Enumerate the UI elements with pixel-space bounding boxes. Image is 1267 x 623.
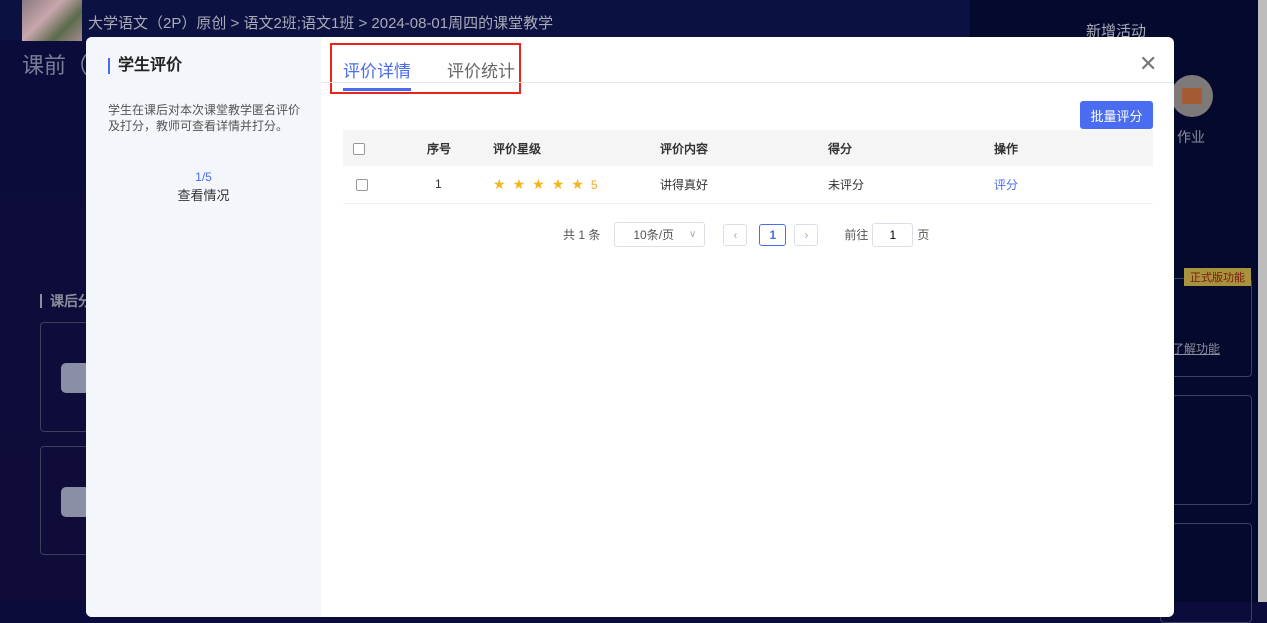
pagination: 共 1 条 10条/页 ∨ ‹ 1 › 前往 页 <box>563 222 929 247</box>
breadcrumb[interactable]: 大学语文（2P）原创 > 语文2班;语文1班 > 2024-08-01周四的课堂… <box>88 12 553 33</box>
page-size-value: 10条/页 <box>633 228 675 242</box>
learn-more-link[interactable]: 了解功能 <box>1172 340 1220 357</box>
section-before-class: 课前（ <box>22 53 89 78</box>
dialog-sidebar: 学生评价 学生在课后对本次课堂教学匿名评价及打分，教师可查看详情并打分。 1/5… <box>86 37 321 617</box>
star-rating: ★ ★ ★ ★ ★ <box>493 175 591 192</box>
scrollbar[interactable] <box>1258 0 1267 602</box>
star-icon: ★ <box>532 175 545 192</box>
row-index: 1 <box>403 166 493 204</box>
star-icon: ★ <box>551 175 565 192</box>
submission-count: 1/5 <box>195 170 212 184</box>
select-all-cell <box>343 130 403 166</box>
pro-badge: 正式版功能 <box>1184 268 1251 286</box>
col-rating: 评价星级 <box>493 130 660 166</box>
evaluation-table: 序号 评价星级 评价内容 得分 操作 1 ★ ★ ★ ★ ★ 5 讲得真好 未评分 评分 <box>343 130 1153 204</box>
row-action: 评分 <box>994 166 1153 204</box>
homework-label: 作业 <box>1177 129 1205 145</box>
sidebar-description: 学生在课后对本次课堂教学匿名评价及打分，教师可查看详情并打分。 <box>108 103 301 133</box>
course-thumbnail <box>22 0 82 41</box>
row-rating: ★ ★ ★ ★ ★ 5 <box>493 166 660 204</box>
chevron-down-icon: ∨ <box>689 229 697 240</box>
row-select-cell <box>343 166 403 204</box>
prev-page-button[interactable]: ‹ <box>723 223 748 246</box>
score-link[interactable]: 评分 <box>994 178 1018 192</box>
goto-page-input[interactable] <box>872 222 914 247</box>
page-1-button[interactable]: 1 <box>759 223 787 246</box>
student-evaluation-dialog: 学生评价 学生在课后对本次课堂教学匿名评价及打分，教师可查看详情并打分。 1/5… <box>86 37 1174 617</box>
row-checkbox[interactable] <box>356 179 368 192</box>
star-icon: ★ <box>571 175 584 192</box>
top-bar: 大学语文（2P）原创 > 语文2班;语文1班 > 2024-08-01周四的课堂… <box>0 0 970 41</box>
col-content: 评价内容 <box>660 130 828 166</box>
homework-book-icon[interactable] <box>1171 75 1213 117</box>
row-content: 讲得真好 <box>660 166 828 204</box>
section-after-class: 课后分 <box>40 294 92 308</box>
header-divider <box>321 82 1174 83</box>
select-all-checkbox[interactable] <box>353 142 365 155</box>
total-count: 共 1 条 <box>563 228 601 242</box>
col-action: 操作 <box>994 130 1153 166</box>
col-index: 序号 <box>403 130 493 166</box>
page-suffix: 页 <box>917 228 930 242</box>
next-page-button[interactable]: › <box>794 223 819 246</box>
star-icon: ★ <box>512 175 526 192</box>
close-icon[interactable]: ✕ <box>1139 53 1157 75</box>
sidebar-title: 学生评价 <box>108 58 182 74</box>
view-status-link[interactable]: 查看情况 <box>86 185 321 204</box>
rating-value: 5 <box>590 177 598 192</box>
highlight-box <box>330 43 521 94</box>
table-header-row: 序号 评价星级 评价内容 得分 操作 <box>343 130 1153 166</box>
page-size-select[interactable]: 10条/页 ∨ <box>614 222 706 247</box>
table-row: 1 ★ ★ ★ ★ ★ 5 讲得真好 未评分 评分 <box>343 166 1153 204</box>
row-score: 未评分 <box>828 166 994 204</box>
col-score: 得分 <box>828 130 994 166</box>
batch-score-button[interactable]: 批量评分 <box>1080 101 1153 129</box>
star-icon: ★ <box>493 175 506 192</box>
goto-label: 前往 <box>844 228 869 242</box>
